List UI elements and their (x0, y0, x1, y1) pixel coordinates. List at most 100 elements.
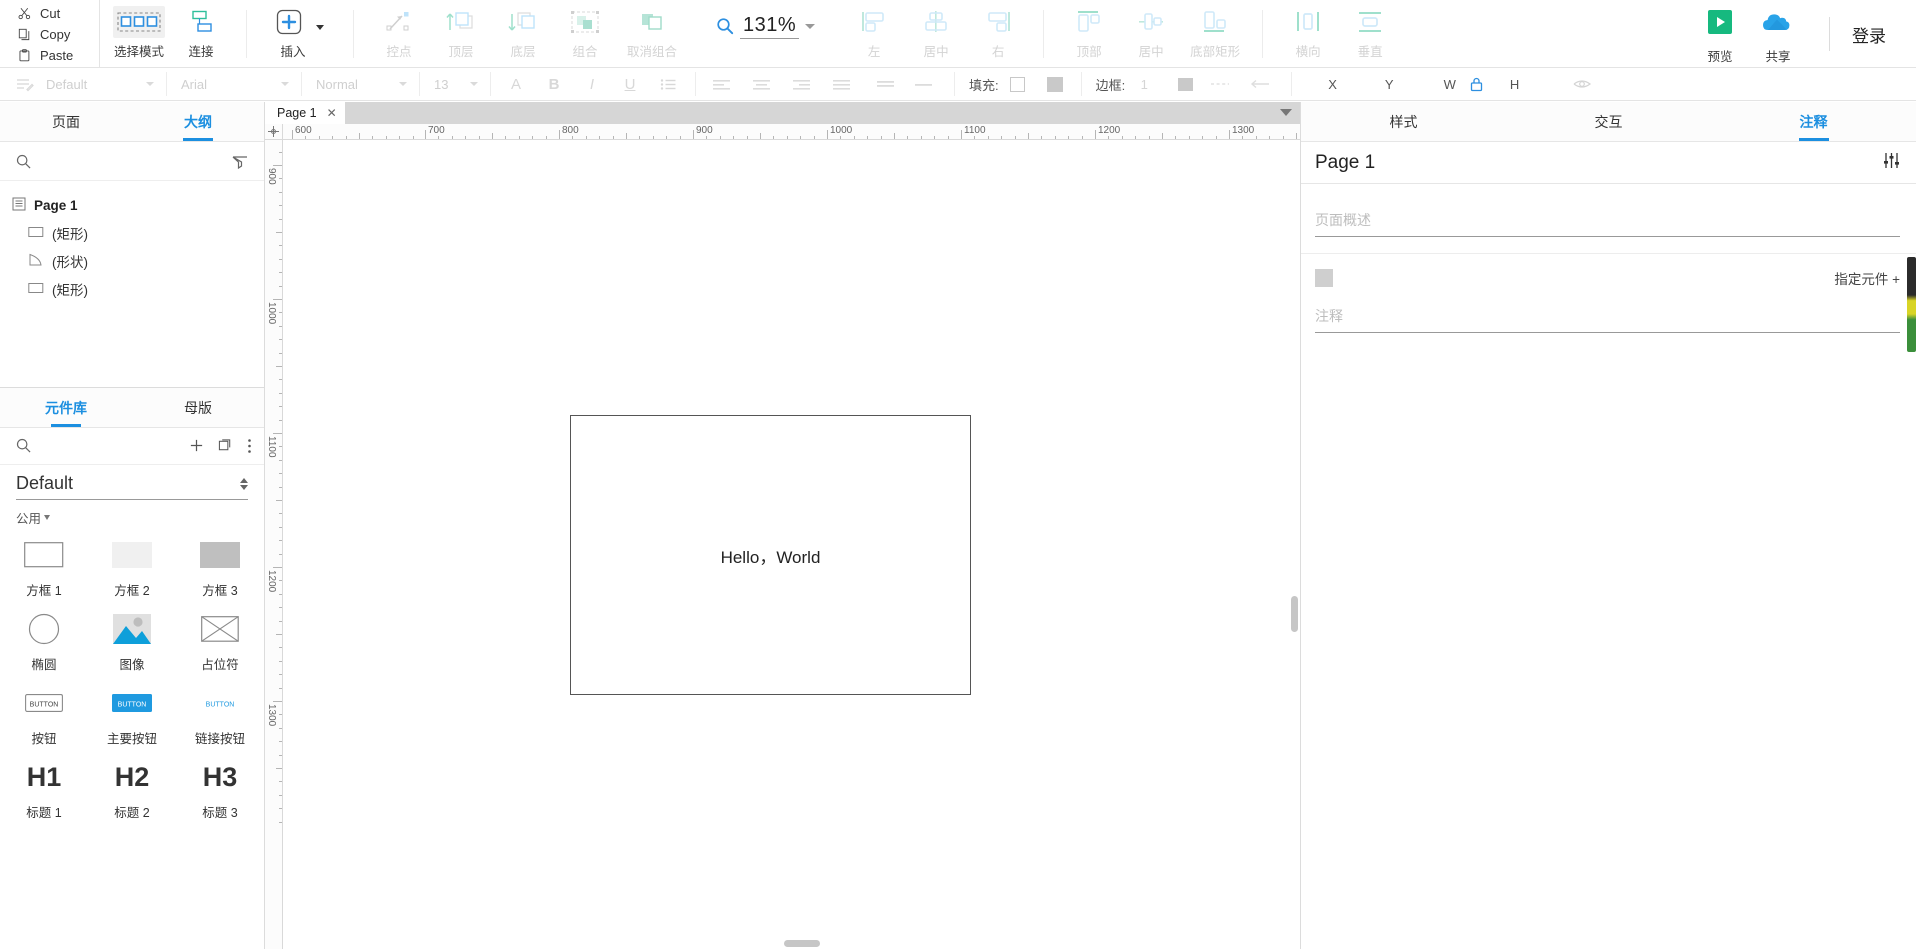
border-width-value[interactable]: 1 (1130, 77, 1158, 92)
color-scrollbar[interactable] (1907, 257, 1916, 352)
align-text-top-icon[interactable] (872, 71, 898, 97)
fill-color-swatch[interactable] (1046, 76, 1063, 92)
ruler-corner[interactable] (265, 124, 283, 140)
align-bottom-button[interactable]: 底部矩形 (1182, 0, 1248, 64)
vertical-scrollbar-thumb[interactable] (1291, 596, 1298, 632)
widget-box-1[interactable]: 方框 1 (0, 535, 88, 599)
tab-pages[interactable]: 页面 (0, 102, 132, 141)
hello-world-rectangle[interactable]: Hello，World (570, 415, 971, 695)
eye-icon[interactable] (1569, 71, 1595, 97)
style-select[interactable]: Default (38, 71, 160, 97)
tree-item-rect-2[interactable]: (矩形) (0, 275, 264, 303)
zoom-caret-icon[interactable] (805, 23, 816, 29)
size-select[interactable]: 13 (426, 71, 484, 97)
paste-button[interactable]: Paste (18, 46, 99, 65)
border-color-swatch[interactable] (1178, 77, 1194, 91)
ruler-tick-minor (800, 135, 802, 139)
weight-select[interactable]: Normal (308, 71, 413, 97)
handle-point-button[interactable]: 控点 (368, 0, 430, 64)
search-icon[interactable] (16, 154, 31, 174)
lock-icon[interactable] (1464, 71, 1490, 97)
align-center-h-button[interactable]: 居中 (905, 0, 967, 64)
sliders-icon[interactable] (1883, 152, 1900, 174)
widget-image[interactable]: 图像 (88, 609, 176, 673)
more-vertical-icon[interactable] (247, 438, 252, 459)
horizontal-ruler[interactable]: 600 700 800 900 1000 1100 1200 1300 (265, 124, 1300, 140)
ruler-tick-minor (1001, 135, 1003, 139)
outline-search-input[interactable] (39, 155, 224, 173)
page-tab-page-1[interactable]: Page 1 ✕ (265, 102, 345, 124)
widget-primary-button[interactable]: BUTTON 主要按钮 (88, 683, 176, 747)
bold-icon[interactable]: B (541, 71, 567, 97)
widget-box-2[interactable]: 方框 2 (88, 535, 176, 599)
preview-button[interactable]: 预览 (1691, 3, 1749, 65)
widget-group-header[interactable]: 公用 (0, 500, 264, 529)
insert-caret-icon[interactable] (316, 24, 324, 30)
filter-icon[interactable] (232, 155, 248, 174)
align-left-button[interactable]: 左 (843, 0, 905, 64)
tab-style[interactable]: 样式 (1301, 102, 1506, 141)
align-text-center-icon[interactable] (748, 71, 774, 97)
zoom-control[interactable]: 131% (696, 0, 835, 60)
tree-root-page[interactable]: Page 1 (0, 191, 264, 219)
tab-masters[interactable]: 母版 (132, 388, 264, 427)
border-dash-icon[interactable] (1207, 71, 1233, 97)
plus-icon[interactable] (189, 438, 204, 458)
ungroup-button[interactable]: 取消组合 (616, 0, 688, 64)
distribute-horizontal-button[interactable]: 横向 (1277, 0, 1339, 64)
widget-box-3[interactable]: 方框 3 (176, 535, 264, 599)
tab-notes[interactable]: 注释 (1711, 102, 1916, 141)
group-button[interactable]: 组合 (554, 0, 616, 64)
tree-item-rect-1[interactable]: (矩形) (0, 219, 264, 247)
align-right-button[interactable]: 右 (967, 0, 1029, 64)
library-select[interactable]: Default (16, 473, 248, 500)
align-text-right-icon[interactable] (788, 71, 814, 97)
connect-button[interactable]: 连接 (170, 0, 232, 64)
italic-icon[interactable]: I (579, 71, 605, 97)
tree-item-shape[interactable]: (形状) (0, 247, 264, 275)
align-text-middle-icon[interactable] (910, 71, 936, 97)
border-arrow-icon[interactable] (1247, 71, 1273, 97)
search-icon[interactable] (16, 438, 31, 458)
login-button[interactable]: 登录 (1852, 22, 1894, 47)
zoom-value[interactable]: 131% (740, 14, 800, 39)
widget-h3[interactable]: H3 标题 3 (176, 757, 264, 821)
horizontal-scrollbar-thumb[interactable] (784, 940, 820, 947)
widget-h2[interactable]: H2 标题 2 (88, 757, 176, 821)
cut-button[interactable]: Cut (18, 4, 99, 23)
widget-button[interactable]: BUTTON 按钮 (0, 683, 88, 747)
chevron-down-icon[interactable] (1280, 109, 1292, 116)
font-select[interactable]: Arial (173, 71, 295, 97)
tab-outline[interactable]: 大纲 (132, 102, 264, 141)
vertical-ruler[interactable]: 900 1000 1100 1200 1300 (265, 140, 283, 949)
tab-widget-library[interactable]: 元件库 (0, 388, 132, 427)
close-icon[interactable]: ✕ (327, 106, 337, 120)
distribute-vertical-button[interactable]: 垂直 (1339, 0, 1401, 64)
note-field[interactable]: 注释 (1315, 306, 1900, 333)
assign-widget-button[interactable]: 指定元件 + (1834, 268, 1900, 288)
widget-h1[interactable]: H1 标题 1 (0, 757, 88, 821)
bring-to-front-button[interactable]: 顶层 (430, 0, 492, 64)
bullet-list-icon[interactable] (655, 71, 681, 97)
widget-ellipse[interactable]: 椭圆 (0, 609, 88, 673)
widget-link-button[interactable]: BUTTON 链接按钮 (176, 683, 264, 747)
widget-placeholder[interactable]: 占位符 (176, 609, 264, 673)
copy-button[interactable]: Copy (18, 25, 99, 44)
copy-library-icon[interactable] (218, 438, 233, 458)
align-middle-v-button[interactable]: 居中 (1120, 0, 1182, 64)
select-mode-button[interactable]: 选择模式 (108, 0, 170, 64)
send-to-back-button[interactable]: 底层 (492, 0, 554, 64)
tab-interactions[interactable]: 交互 (1506, 102, 1711, 141)
design-canvas[interactable]: Hello，World (284, 141, 1300, 949)
style-icon-cell[interactable] (0, 68, 38, 101)
share-button[interactable]: 共享 (1749, 3, 1807, 65)
align-text-left-icon[interactable] (708, 71, 734, 97)
font-color-icon[interactable]: A (503, 71, 529, 97)
grey-square-swatch[interactable] (1315, 269, 1333, 287)
align-top-button[interactable]: 顶部 (1058, 0, 1120, 64)
align-text-justify-icon[interactable] (828, 71, 854, 97)
fill-none-swatch[interactable] (1009, 76, 1025, 92)
insert-button[interactable]: 插入 (261, 0, 339, 64)
page-summary-field[interactable]: 页面概述 (1315, 210, 1900, 237)
underline-icon[interactable]: U (617, 71, 643, 97)
